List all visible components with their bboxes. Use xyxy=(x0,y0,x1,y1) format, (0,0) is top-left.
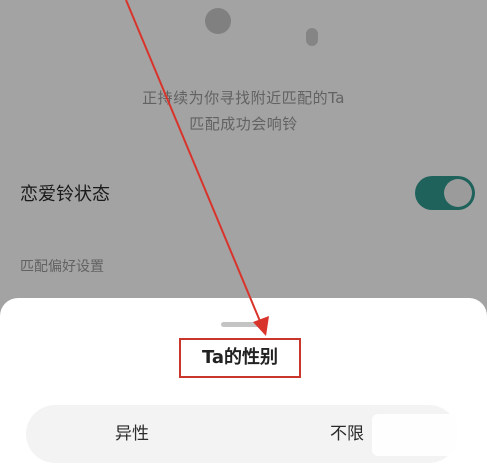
sheet-title: Ta的性别 xyxy=(201,347,279,368)
option-opposite-sex[interactable]: 异性 xyxy=(115,405,149,463)
option-any[interactable]: 不限 xyxy=(330,405,364,463)
sheet-drag-handle[interactable] xyxy=(221,322,263,327)
obscured-area xyxy=(372,414,464,456)
